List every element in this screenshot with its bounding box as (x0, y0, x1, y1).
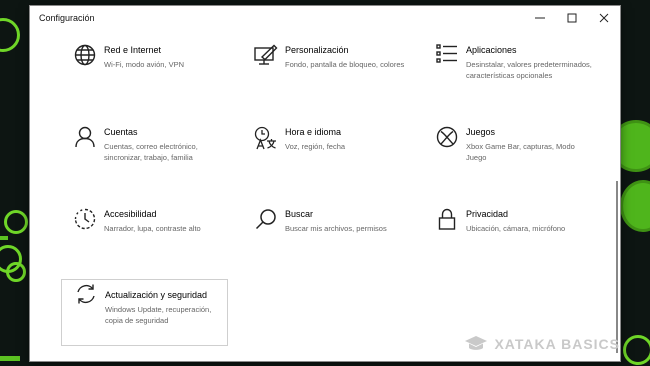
maximize-button[interactable] (556, 6, 588, 30)
globe-icon (66, 44, 104, 114)
wallpaper-ring (4, 210, 28, 234)
search-icon (247, 208, 285, 278)
tile-name: Hora e idioma (285, 127, 342, 137)
tile-description: Buscar mis archivos, permisos (285, 224, 387, 233)
window-title: Configuración (39, 13, 95, 23)
tile-name: Aplicaciones (466, 45, 517, 55)
wallpaper-ring (623, 335, 650, 365)
wallpaper-bar (0, 356, 20, 361)
tile-description: Wi-Fi, modo avión, VPN (104, 60, 185, 69)
tile-description: Ubicación, cámara, micrófono (466, 224, 566, 233)
maximize-icon (567, 13, 577, 23)
title-bar[interactable]: Configuración (30, 6, 620, 30)
minimize-icon (535, 17, 545, 19)
tile-description: Voz, región, fecha (285, 142, 346, 151)
tile-name: Accesibilidad (104, 209, 157, 219)
tile-name: Juegos (466, 127, 496, 137)
lock-icon (428, 208, 466, 278)
tile-cuentas[interactable]: Cuentas Cuentas, correo electrónico, sin… (66, 126, 234, 196)
minimize-button[interactable] (524, 6, 556, 30)
tile-name: Red e Internet (104, 45, 162, 55)
tile-description: Desinstalar, valores predeterminados, ca… (466, 60, 592, 80)
tile-red-e-internet[interactable]: Red e Internet Wi-Fi, modo avión, VPN (66, 44, 234, 114)
apps-list-icon (428, 44, 466, 114)
tile-name: Cuentas (104, 127, 138, 137)
scrollbar[interactable] (616, 181, 618, 353)
tile-description: Fondo, pantalla de bloqueo, colores (285, 60, 405, 69)
tile-description: Narrador, lupa, contraste alto (104, 224, 201, 233)
tile-name: Privacidad (466, 209, 509, 219)
tile-name: Buscar (285, 209, 314, 219)
personalization-icon (247, 44, 285, 114)
window-controls (524, 6, 620, 30)
tile-name: Actualización y seguridad (105, 290, 208, 300)
wallpaper-ring (0, 18, 20, 52)
tile-actualizacion-y-seguridad[interactable]: Actualización y seguridad Windows Update… (61, 279, 228, 346)
tile-description: Windows Update, recuperación, copia de s… (105, 305, 212, 325)
wallpaper-ring (6, 262, 26, 282)
tile-description: Xbox Game Bar, capturas, Modo Juego (466, 142, 575, 162)
time-language-icon (247, 126, 285, 196)
tile-description: Cuentas, correo electrónico, sincronizar… (104, 142, 198, 162)
person-icon (66, 126, 104, 196)
watermark-text: XATAKA BASICS (494, 336, 620, 352)
tile-personalizacion[interactable]: Personalización Fondo, pantalla de bloqu… (247, 44, 415, 114)
tile-accesibilidad[interactable]: Accesibilidad Narrador, lupa, contraste … (66, 208, 234, 278)
graduation-cap-icon (465, 336, 488, 350)
close-icon (599, 13, 609, 23)
tile-privacidad[interactable]: Privacidad Ubicación, cámara, micrófono (428, 208, 596, 278)
update-icon (67, 283, 105, 345)
wallpaper-bar (0, 236, 8, 240)
tile-hora-e-idioma[interactable]: Hora e idioma Voz, región, fecha (247, 126, 415, 196)
tile-name: Personalización (285, 45, 349, 55)
close-button[interactable] (588, 6, 620, 30)
watermark: XATAKA BASICS (464, 335, 620, 353)
tile-buscar[interactable]: Buscar Buscar mis archivos, permisos (247, 208, 415, 278)
tile-aplicaciones[interactable]: Aplicaciones Desinstalar, valores predet… (428, 44, 596, 114)
accessibility-icon (66, 208, 104, 278)
xbox-icon (428, 126, 466, 196)
tile-juegos[interactable]: Juegos Xbox Game Bar, capturas, Modo Jue… (428, 126, 596, 196)
wallpaper-blob (620, 180, 650, 232)
settings-window: Configuración Red e Internet Wi-Fi, modo… (30, 6, 620, 361)
